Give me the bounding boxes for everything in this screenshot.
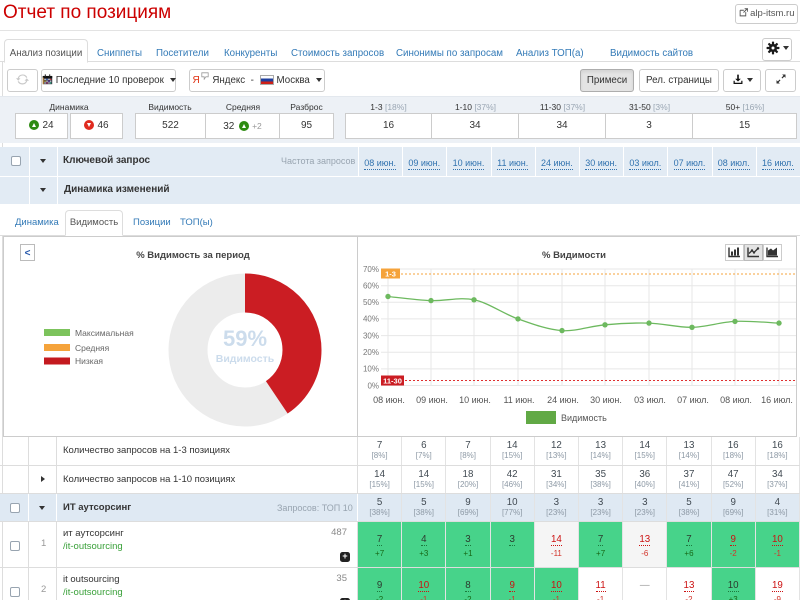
svg-text:Средняя: Средняя: [75, 343, 110, 353]
svg-text:60%: 60%: [363, 282, 379, 291]
svg-text:Максимальная: Максимальная: [75, 328, 134, 338]
svg-text:30 июн.: 30 июн.: [590, 395, 622, 405]
svg-text:11-30: 11-30: [383, 377, 402, 386]
svg-text:07 июл.: 07 июл.: [677, 395, 709, 405]
svg-text:Видимость: Видимость: [561, 413, 607, 423]
svg-text:Видимость: Видимость: [216, 353, 275, 365]
svg-text:24 июн.: 24 июн.: [547, 395, 579, 405]
svg-text:40%: 40%: [363, 315, 379, 324]
svg-text:% Видимости: % Видимости: [542, 250, 606, 261]
svg-text:Низкая: Низкая: [75, 356, 103, 366]
svg-text:0%: 0%: [367, 382, 379, 391]
svg-text:03 июл.: 03 июл.: [634, 395, 666, 405]
svg-text:09 июн.: 09 июн.: [416, 395, 448, 405]
svg-text:1-3: 1-3: [385, 270, 396, 279]
svg-text:08 июл.: 08 июл.: [720, 395, 752, 405]
svg-text:<: <: [25, 248, 31, 259]
svg-text:20%: 20%: [363, 348, 379, 357]
svg-text:59%: 59%: [223, 326, 267, 351]
svg-text:10%: 10%: [363, 365, 379, 374]
svg-text:30%: 30%: [363, 332, 379, 341]
svg-text:70%: 70%: [363, 265, 379, 274]
svg-text:% Видимость за период: % Видимость за период: [136, 250, 250, 261]
svg-text:10 июн.: 10 июн.: [459, 395, 491, 405]
svg-text:08 июн.: 08 июн.: [373, 395, 405, 405]
svg-text:11 июн.: 11 июн.: [503, 395, 534, 405]
svg-text:16 июл.: 16 июл.: [761, 395, 793, 405]
svg-text:50%: 50%: [363, 298, 379, 307]
